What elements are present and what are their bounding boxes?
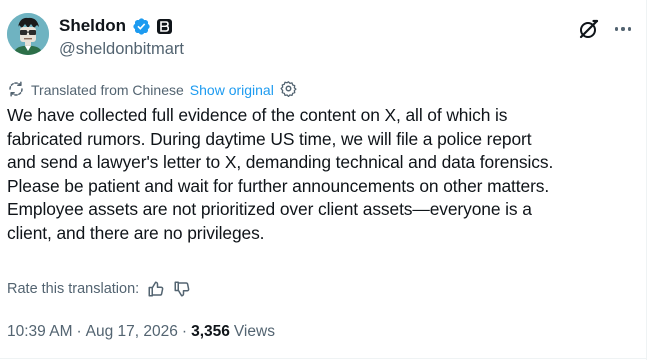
verified-badge-icon	[132, 17, 151, 36]
rate-translation-label: Rate this translation:	[7, 281, 140, 297]
translation-label: Translated from Chinese	[31, 82, 184, 98]
tweet-card: Sheldon @sheldonbitmart Translated from …	[0, 0, 647, 360]
views-label: Views	[233, 323, 275, 340]
avatar[interactable]	[7, 13, 49, 55]
divider	[0, 358, 647, 359]
display-name[interactable]: Sheldon	[59, 15, 126, 37]
tweet-time[interactable]: 10:39 AM	[7, 323, 73, 341]
tweet-meta: 10:39 AM · Aug 17, 2026 · 3,356 Views	[7, 321, 275, 343]
meta-separator: ·	[181, 323, 188, 340]
author-handle[interactable]: @sheldonbitmart	[59, 38, 184, 60]
thumbs-up-icon[interactable]	[147, 280, 165, 298]
show-original-link[interactable]: Show original	[190, 82, 274, 98]
author-name-row: Sheldon	[59, 15, 173, 37]
thumbs-down-icon[interactable]	[173, 280, 191, 298]
more-options-icon[interactable]	[610, 16, 636, 42]
rate-translation-row: Rate this translation:	[7, 278, 191, 300]
meta-separator: ·	[76, 323, 82, 340]
affiliate-badge-icon[interactable]	[157, 18, 173, 34]
views-count: 3,356	[191, 323, 230, 340]
translate-icon	[7, 80, 25, 101]
settings-gear-icon[interactable]	[280, 80, 297, 100]
translation-row: Translated from Chinese Show original	[7, 80, 297, 100]
tweet-text: We have collected full evidence of the c…	[7, 105, 554, 243]
grok-icon[interactable]	[576, 16, 602, 42]
tweet-date[interactable]: Aug 17, 2026	[86, 323, 178, 341]
